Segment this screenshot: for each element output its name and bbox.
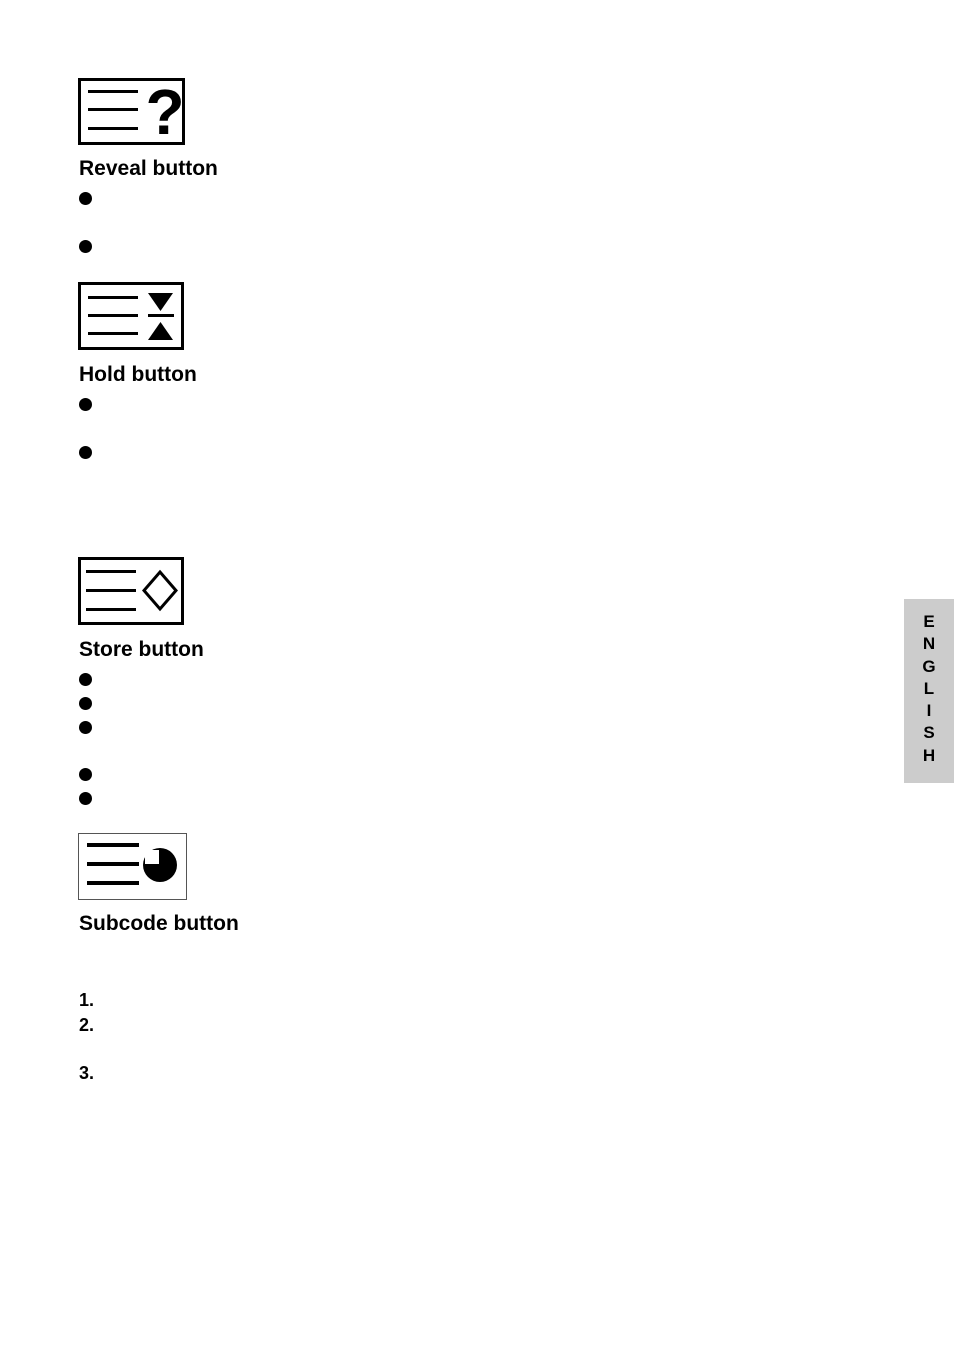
language-letter: H bbox=[922, 745, 936, 765]
bullet-point bbox=[79, 673, 92, 686]
bullet-point bbox=[79, 446, 92, 459]
subcode-heading: Subcode button bbox=[79, 912, 239, 935]
store-heading: Store button bbox=[79, 638, 204, 661]
bullet-point bbox=[79, 721, 92, 734]
svg-text:?: ? bbox=[145, 81, 182, 142]
reveal-icon: ? bbox=[78, 78, 185, 145]
language-letter: S bbox=[923, 723, 935, 743]
step-number: 2. bbox=[79, 1015, 95, 1035]
language-letter: E bbox=[923, 612, 935, 631]
step-number: 1. bbox=[79, 990, 95, 1010]
bullet-point bbox=[79, 697, 92, 710]
reveal-heading: Reveal button bbox=[79, 157, 218, 180]
bullet-point bbox=[79, 240, 92, 253]
step-number: 3. bbox=[79, 1063, 95, 1083]
bullet-point bbox=[79, 792, 92, 805]
language-letter: L bbox=[923, 678, 935, 698]
language-letter: I bbox=[926, 701, 932, 721]
language-tab-english: E N G L I S H bbox=[904, 599, 954, 783]
subcode-icon bbox=[78, 833, 187, 900]
store-icon bbox=[78, 557, 184, 625]
hold-heading: Hold button bbox=[79, 363, 197, 386]
language-letter: G bbox=[922, 656, 936, 676]
hold-icon bbox=[78, 282, 184, 350]
bullet-point bbox=[79, 398, 92, 411]
bullet-point bbox=[79, 768, 92, 781]
bullet-point bbox=[79, 192, 92, 205]
language-letter: N bbox=[922, 634, 936, 654]
